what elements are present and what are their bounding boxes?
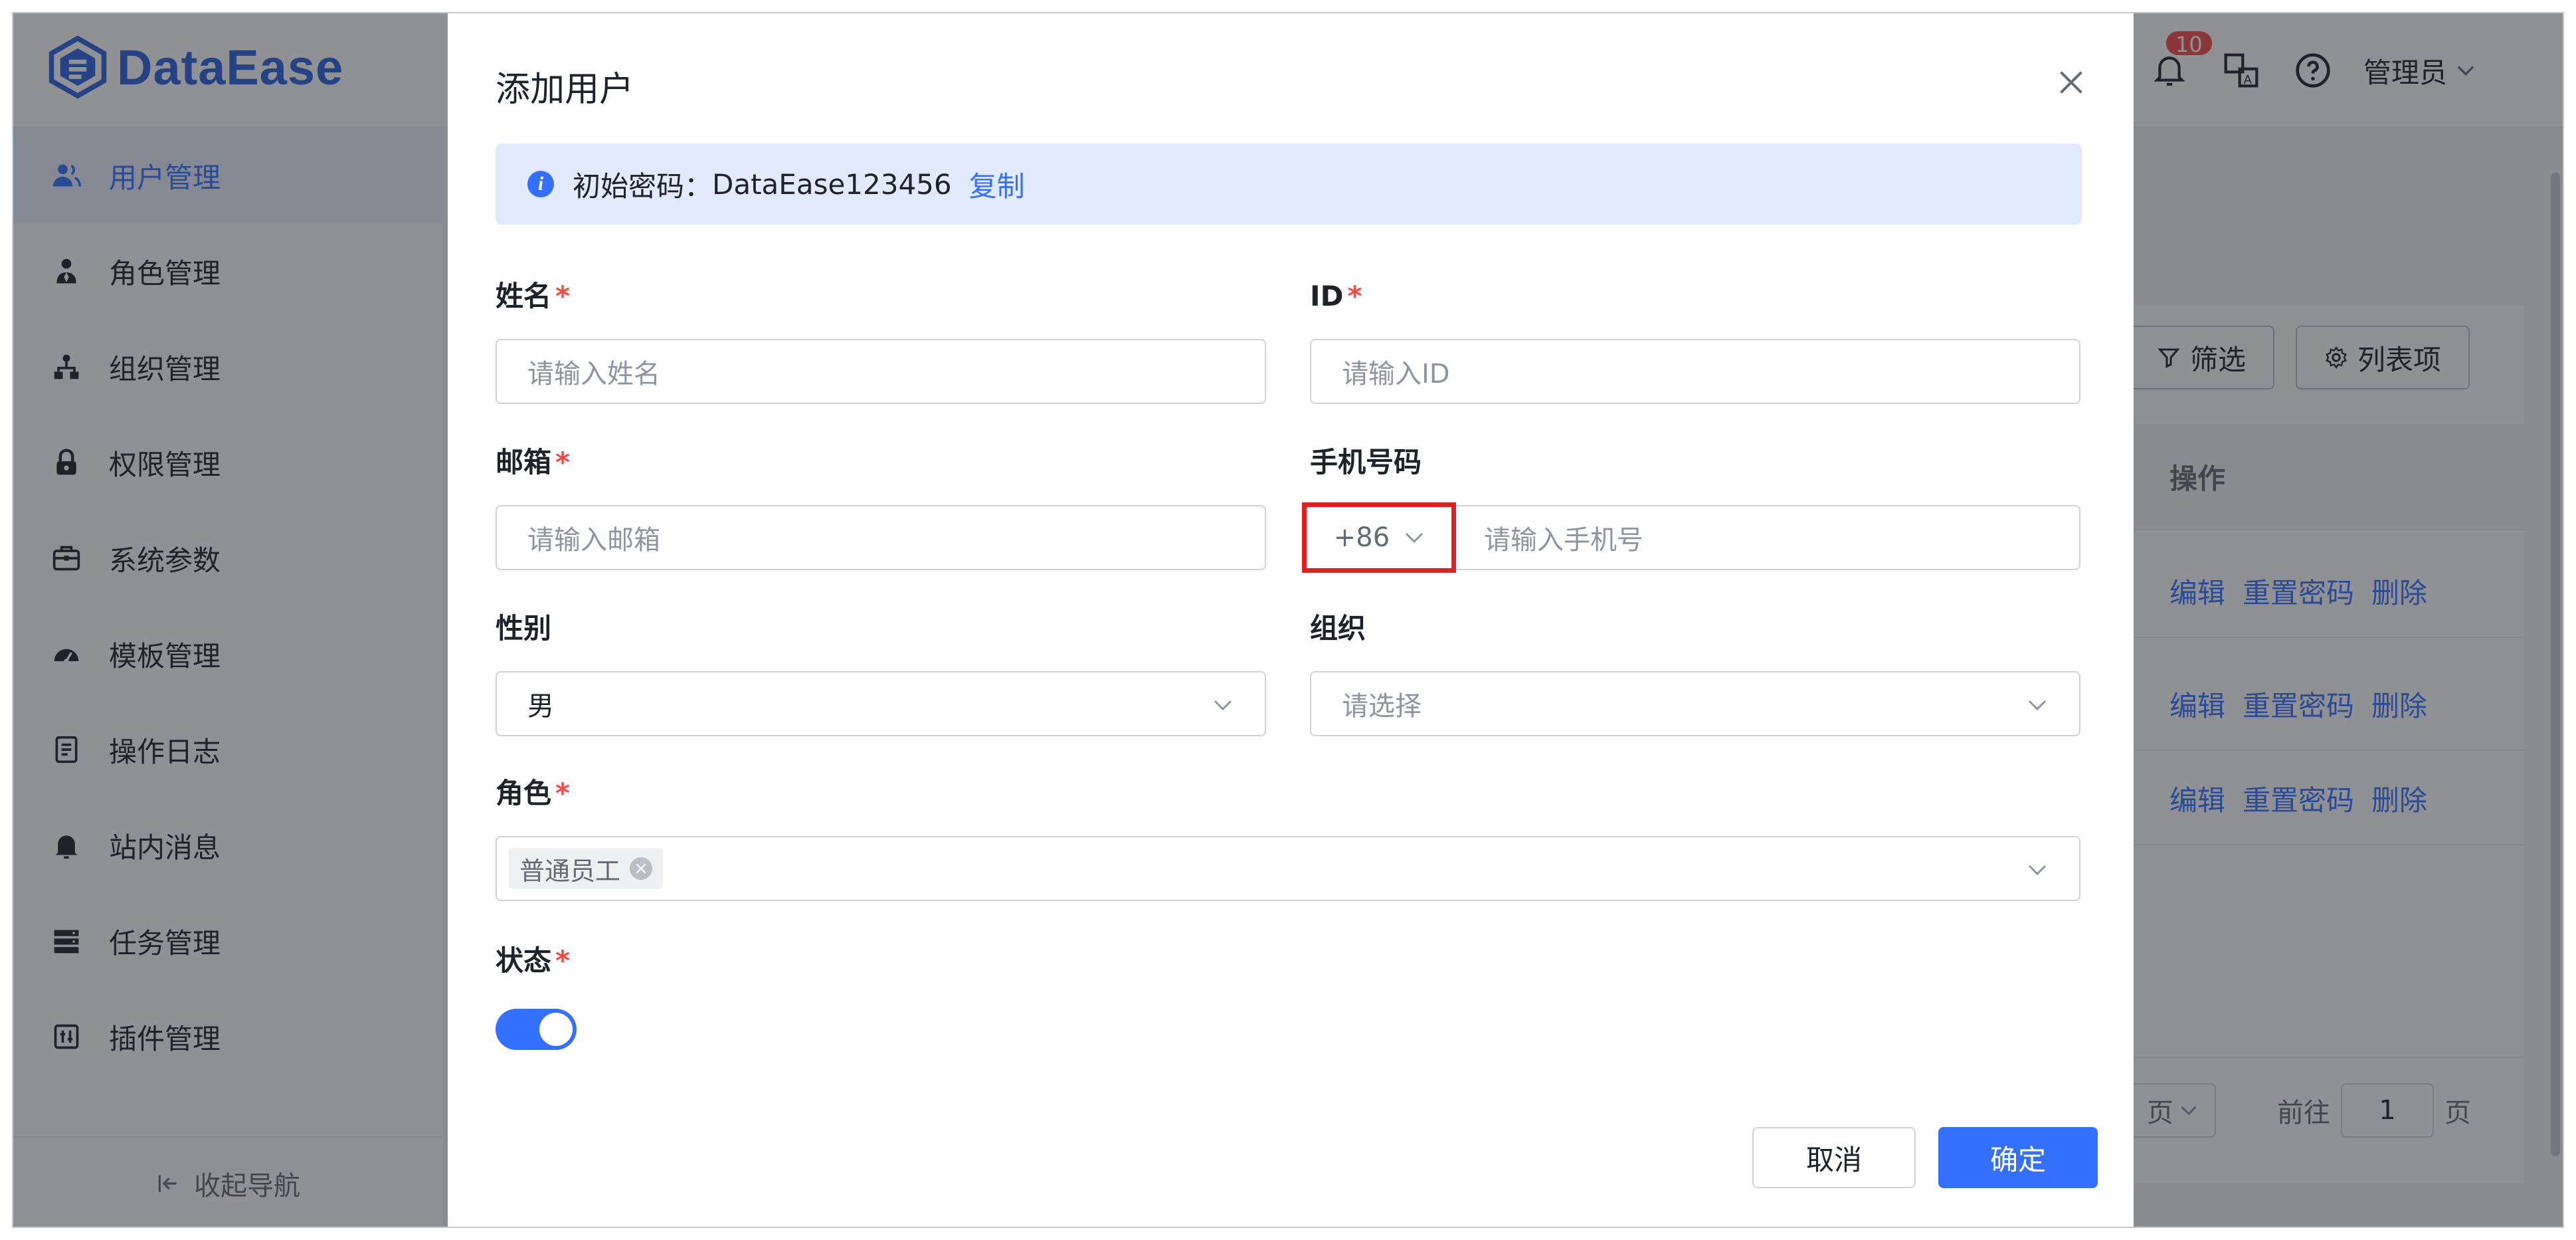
- chevron-down-icon: [2028, 700, 2047, 711]
- org-field: 组织 请选择: [1310, 610, 2080, 736]
- initial-password: DataEase123456: [712, 167, 952, 201]
- name-field: 姓名 * 请输入姓名: [496, 278, 1266, 404]
- dialog-title: 添加用户: [496, 70, 634, 110]
- app-window: DataEase 10 A 管理员 用户管理 角色管理: [12, 12, 2564, 1228]
- name-input[interactable]: 请输入姓名: [496, 339, 1266, 404]
- switch-knob: [539, 1013, 573, 1046]
- id-field: ID * 请输入ID: [1310, 278, 2080, 404]
- add-user-dialog: 添加用户 i 初始密码： DataEase123456 复制 姓名 * 请输入姓名…: [448, 13, 2134, 1227]
- status-label: 状态 *: [496, 944, 570, 977]
- org-label: 组织: [1310, 612, 1366, 645]
- phone-input-group: +86 请输入手机号: [1302, 502, 2080, 573]
- role-select[interactable]: 普通员工 ×: [496, 836, 2080, 901]
- alert-prefix: 初始密码：: [573, 169, 713, 203]
- id-input[interactable]: 请输入ID: [1310, 339, 2080, 404]
- chevron-down-icon: [2028, 865, 2047, 876]
- tag-close-icon[interactable]: ×: [630, 857, 653, 880]
- org-placeholder: 请选择: [1342, 691, 1422, 722]
- gender-value: 男: [527, 691, 554, 722]
- name-placeholder: 请输入姓名: [527, 359, 660, 389]
- role-label: 角色 *: [496, 777, 570, 809]
- gender-label: 性别: [496, 612, 552, 645]
- confirm-button[interactable]: 确定: [1938, 1127, 2098, 1188]
- org-select[interactable]: 请选择: [1310, 671, 2080, 736]
- initial-password-alert: i 初始密码： DataEase123456 复制: [496, 144, 2082, 225]
- role-field: 角色 * 普通员工 ×: [496, 775, 2080, 901]
- id-placeholder: 请输入ID: [1342, 359, 1450, 389]
- email-label: 邮箱 *: [496, 446, 570, 478]
- country-code-select[interactable]: +86: [1302, 502, 1456, 573]
- copy-password-link[interactable]: 复制: [969, 164, 1025, 205]
- status-field: 状态 *: [496, 942, 1266, 1050]
- phone-field: 手机号码 +86 请输入手机号: [1302, 444, 2080, 573]
- chevron-down-icon: [1214, 700, 1232, 711]
- close-icon[interactable]: [2057, 68, 2086, 97]
- info-icon: i: [527, 171, 554, 197]
- gender-field: 性别 男: [496, 610, 1266, 736]
- role-tag-label: 普通员工: [519, 856, 621, 886]
- email-field: 邮箱 * 请输入邮箱: [496, 444, 1266, 570]
- phone-label: 手机号码: [1310, 446, 1422, 478]
- status-switch[interactable]: [496, 1009, 577, 1050]
- email-placeholder: 请输入邮箱: [527, 525, 660, 556]
- phone-input[interactable]: 请输入手机号: [1484, 518, 1643, 557]
- country-code-value: +86: [1333, 522, 1390, 553]
- id-label: ID *: [1310, 280, 1362, 312]
- cancel-button[interactable]: 取消: [1752, 1127, 1916, 1188]
- gender-select[interactable]: 男: [496, 671, 1266, 736]
- name-label: 姓名 *: [496, 280, 570, 312]
- email-input[interactable]: 请输入邮箱: [496, 505, 1266, 570]
- chevron-down-icon: [1406, 532, 1424, 544]
- role-tag: 普通员工 ×: [509, 848, 664, 889]
